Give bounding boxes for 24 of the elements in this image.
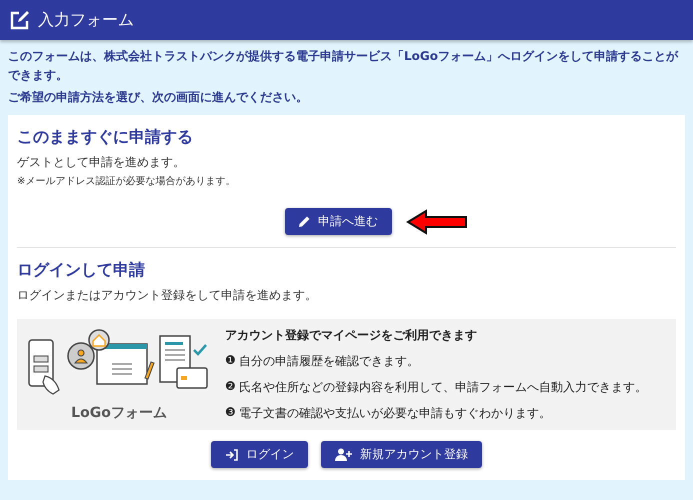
note-text: ※メールアドレス認証が必要な場合があります。 [17, 174, 236, 188]
intro-text: ご希望の申請方法を選び、次の画面に進んでください。 [8, 89, 309, 106]
login-icon [225, 448, 238, 460]
proceed-button[interactable]: 申請へ進む [285, 208, 392, 235]
section-title: このまますぐに申請する [17, 127, 194, 148]
section-title: ログインして申請 [17, 260, 146, 281]
section-description: ログインまたはアカウント登録をして申請を進めます。 [17, 287, 318, 304]
register-button[interactable]: 新規アカウント登録 [321, 441, 482, 468]
edit-icon [10, 10, 30, 30]
feature-text: 電子文書の確認や支払いが必要な申請もすぐわかります。 [238, 405, 551, 422]
arrow-icon [406, 208, 468, 234]
add-user-icon [335, 448, 352, 461]
number-marker: ❶ [225, 353, 236, 369]
section-description: ゲストとして申請を進めます。 [17, 154, 186, 171]
info-heading: アカウント登録でマイページをご利用できます [225, 327, 478, 344]
number-marker: ❷ [225, 379, 236, 395]
pencil-icon [299, 216, 310, 227]
logo: LoGoフォーム [71, 404, 167, 422]
intro-text: このフォームは、株式会社トラストバンクが提供する電子申請サービス「LoGoフォーム」へログインをして申請することができます。 [8, 48, 680, 84]
feature-text: 自分の申請履歴を確認できます。 [238, 353, 419, 370]
number-marker: ❸ [225, 405, 236, 421]
feature-text: 氏名や住所などの登録内容を利用して、申請フォームへ自動入力できます。 [238, 379, 647, 396]
header-title: 入力フォーム [38, 10, 134, 30]
login-button[interactable]: ログイン [211, 441, 308, 468]
